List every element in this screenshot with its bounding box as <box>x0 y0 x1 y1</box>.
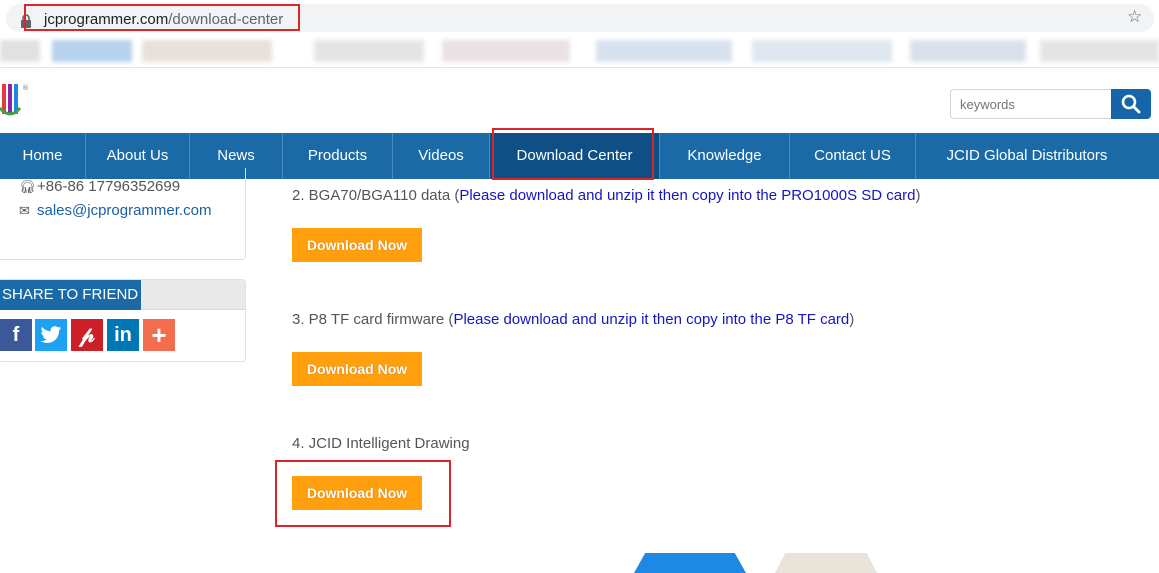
nav-highlight-box <box>492 128 654 180</box>
download-highlight-box <box>275 460 451 527</box>
bookmark-item[interactable] <box>752 40 892 62</box>
item-title-text: 3. P8 TF card firmware ( <box>292 311 454 328</box>
nav-contact-us[interactable]: Contact US <box>790 133 916 179</box>
item-title-text: 2. BGA70/BGA110 data ( <box>292 187 460 204</box>
bookmark-item[interactable] <box>596 40 732 62</box>
contact-panel: 🎧︎+86-86 17796352699 ✉︎ sales@jcprogramme… <box>0 168 246 260</box>
svg-text:®: ® <box>22 84 29 92</box>
item-note: Please download and unzip it then copy i… <box>453 311 850 328</box>
bookmark-item[interactable] <box>142 40 272 62</box>
email-line[interactable]: ✉︎ sales@jcprogrammer.com <box>19 202 211 219</box>
browser-toolbar: jcprogrammer.com/download-center ☆ <box>0 0 1159 36</box>
product-thumbnail[interactable] <box>775 553 877 573</box>
item-close-paren: ) <box>849 311 855 328</box>
nav-global-distributors[interactable]: JCID Global Distributors <box>916 133 1138 179</box>
phone-line: 🎧︎+86-86 17796352699 <box>19 178 180 195</box>
email-link[interactable]: sales@jcprogrammer.com <box>37 202 211 219</box>
linkedin-icon[interactable]: in <box>107 319 139 351</box>
nav-products[interactable]: Products <box>283 133 393 179</box>
share-title: SHARE TO FRIEND <box>0 280 142 310</box>
site-logo[interactable]: ® <box>0 80 30 118</box>
download-now-button[interactable]: Download Now <box>292 228 422 262</box>
phone-number: +86-86 17796352699 <box>37 178 181 195</box>
item-title-text: 4. JCID Intelligent Drawing <box>292 435 470 452</box>
download-item-title: 4. JCID Intelligent Drawing <box>292 435 470 452</box>
product-thumbnail[interactable] <box>634 553 746 573</box>
nav-videos[interactable]: Videos <box>393 133 490 179</box>
bookmark-item[interactable] <box>442 40 570 62</box>
search-input[interactable] <box>950 89 1112 119</box>
download-now-button[interactable]: Download Now <box>292 352 422 386</box>
search-button[interactable] <box>1111 89 1151 119</box>
twitter-icon[interactable] <box>35 319 67 351</box>
bookmark-item[interactable] <box>314 40 424 62</box>
share-header: SHARE TO FRIEND <box>0 280 245 310</box>
bookmark-item[interactable] <box>1040 40 1159 62</box>
item-close-paren: ) <box>915 187 921 204</box>
pinterest-icon[interactable]: 𝓅 <box>71 319 103 351</box>
more-share-icon[interactable]: + <box>143 319 175 351</box>
facebook-icon[interactable]: f <box>0 319 32 351</box>
search-icon <box>1121 94 1141 114</box>
nav-knowledge[interactable]: Knowledge <box>660 133 790 179</box>
bookmark-item[interactable] <box>52 40 132 62</box>
url-highlight-box <box>24 4 300 31</box>
headset-icon: 🎧︎ <box>19 179 36 194</box>
download-item-title: 2. BGA70/BGA110 data (Please download an… <box>292 187 920 204</box>
bookmarks-bar <box>0 36 1159 68</box>
bookmark-star-icon[interactable]: ☆ <box>1127 7 1142 27</box>
bookmark-item[interactable] <box>910 40 1026 62</box>
download-item-title: 3. P8 TF card firmware (Please download … <box>292 311 854 328</box>
item-note: Please download and unzip it then copy i… <box>459 187 916 204</box>
bookmark-item[interactable] <box>0 40 40 62</box>
envelope-icon: ✉︎ <box>19 203 30 218</box>
